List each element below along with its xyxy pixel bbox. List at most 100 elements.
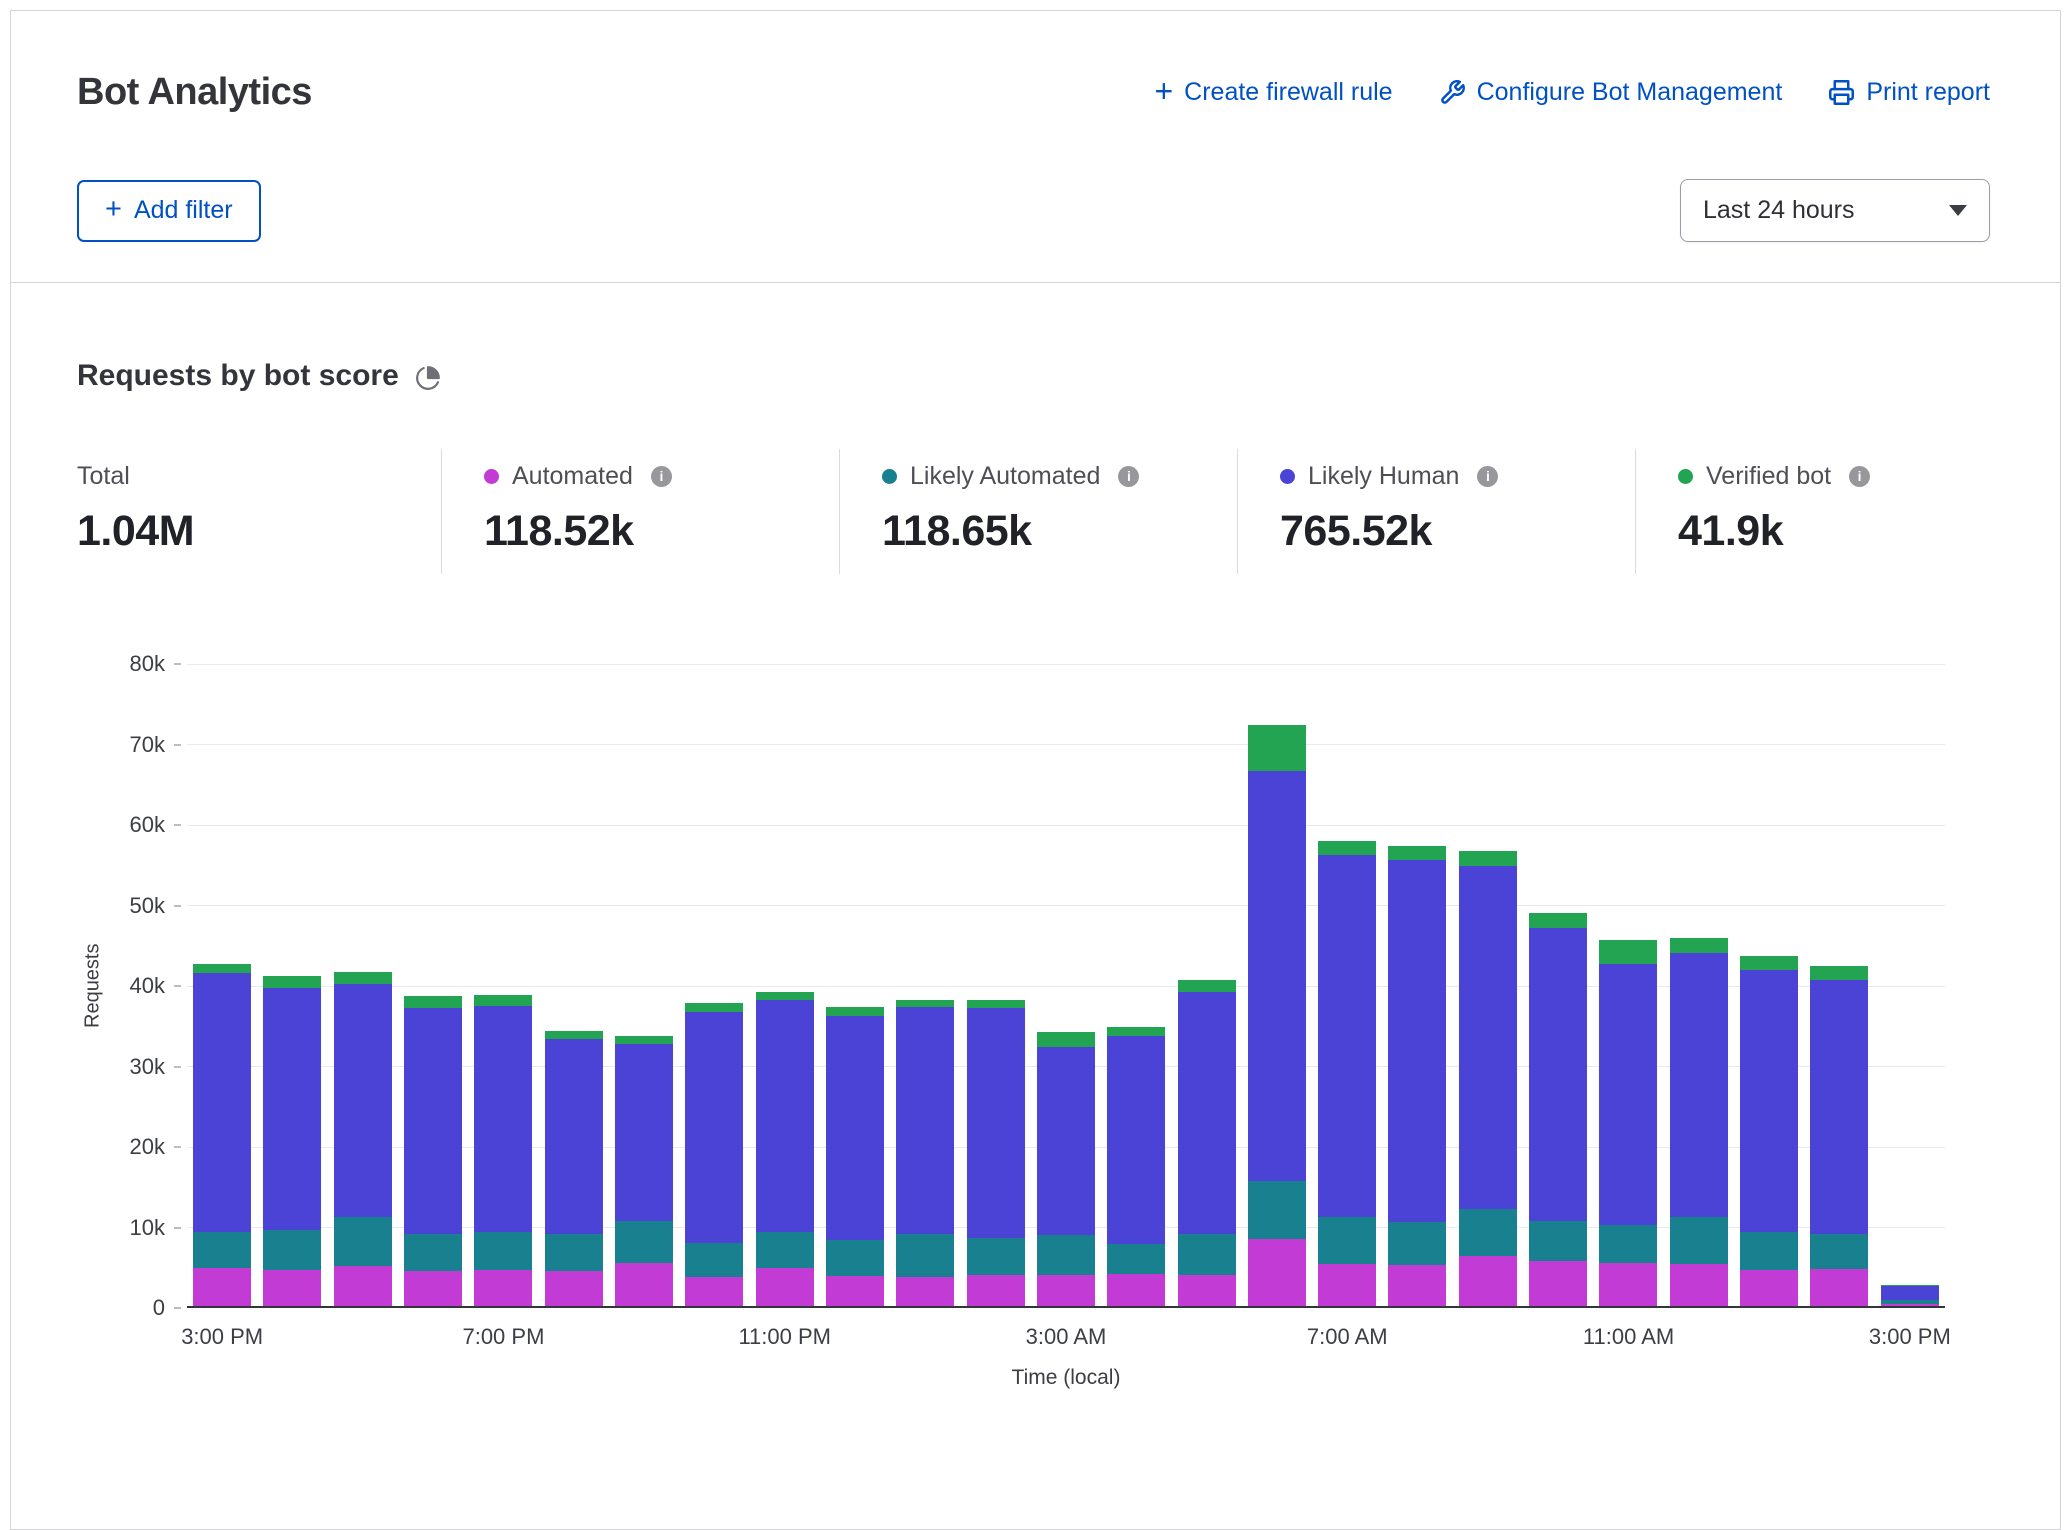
- bar-segment-automated[interactable]: [685, 1277, 743, 1306]
- bar-segment-likely-human[interactable]: [1037, 1047, 1095, 1235]
- stacked-bar[interactable]: [1670, 938, 1728, 1306]
- bar-segment-likely-automated[interactable]: [1037, 1235, 1095, 1275]
- bar-segment-likely-automated[interactable]: [1670, 1217, 1728, 1264]
- bar-segment-verified-bot[interactable]: [1388, 846, 1446, 860]
- stacked-bar[interactable]: [474, 995, 532, 1306]
- stacked-bar[interactable]: [1037, 1032, 1095, 1306]
- bar-segment-likely-automated[interactable]: [1318, 1217, 1376, 1264]
- stacked-bar[interactable]: [193, 964, 251, 1306]
- bar-segment-likely-automated[interactable]: [334, 1217, 392, 1265]
- bar-segment-likely-human[interactable]: [967, 1008, 1025, 1237]
- stat-likely-human[interactable]: Likely Human 765.52k: [1237, 449, 1635, 574]
- add-filter-button[interactable]: Add filter: [77, 180, 261, 242]
- bar-segment-likely-human[interactable]: [756, 1000, 814, 1232]
- stacked-bar[interactable]: [545, 1031, 603, 1306]
- bar-segment-likely-human[interactable]: [615, 1044, 673, 1221]
- bar-segment-automated[interactable]: [1670, 1264, 1728, 1306]
- bar-segment-verified-bot[interactable]: [615, 1036, 673, 1044]
- bar-segment-likely-human[interactable]: [896, 1007, 954, 1234]
- stacked-bar[interactable]: [1459, 851, 1517, 1306]
- bar-segment-likely-human[interactable]: [545, 1039, 603, 1234]
- bar-segment-automated[interactable]: [1318, 1264, 1376, 1306]
- bar-segment-automated[interactable]: [756, 1268, 814, 1306]
- stat-verified-bot[interactable]: Verified bot 41.9k: [1635, 449, 2033, 574]
- stacked-bar[interactable]: [1810, 966, 1868, 1306]
- stacked-bar[interactable]: [1881, 1285, 1939, 1306]
- bar-segment-automated[interactable]: [1810, 1269, 1868, 1306]
- bar-segment-automated[interactable]: [1881, 1304, 1939, 1306]
- bar-segment-automated[interactable]: [826, 1276, 884, 1306]
- bar-segment-verified-bot[interactable]: [1740, 956, 1798, 970]
- bar-segment-automated[interactable]: [404, 1271, 462, 1306]
- bar-segment-likely-human[interactable]: [826, 1016, 884, 1240]
- bar-segment-likely-human[interactable]: [685, 1012, 743, 1243]
- stacked-bar[interactable]: [1318, 841, 1376, 1306]
- bar-segment-verified-bot[interactable]: [1599, 940, 1657, 964]
- bar-segment-verified-bot[interactable]: [1670, 938, 1728, 953]
- bar-segment-verified-bot[interactable]: [263, 976, 321, 988]
- bar-segment-automated[interactable]: [615, 1263, 673, 1306]
- bar-segment-likely-human[interactable]: [334, 984, 392, 1217]
- stacked-bar[interactable]: [1178, 980, 1236, 1306]
- bar-segment-verified-bot[interactable]: [967, 1000, 1025, 1008]
- bar-segment-verified-bot[interactable]: [1107, 1027, 1165, 1037]
- stacked-bar[interactable]: [1388, 846, 1446, 1306]
- bar-segment-automated[interactable]: [1740, 1270, 1798, 1306]
- bar-segment-likely-human[interactable]: [1178, 992, 1236, 1234]
- bar-segment-likely-automated[interactable]: [896, 1234, 954, 1277]
- bar-segment-automated[interactable]: [1599, 1263, 1657, 1306]
- bar-segment-likely-automated[interactable]: [756, 1232, 814, 1268]
- bar-segment-likely-human[interactable]: [1670, 953, 1728, 1217]
- bar-segment-verified-bot[interactable]: [193, 964, 251, 973]
- bar-segment-automated[interactable]: [334, 1266, 392, 1306]
- bar-segment-likely-human[interactable]: [1740, 970, 1798, 1232]
- bar-segment-verified-bot[interactable]: [685, 1003, 743, 1012]
- bar-segment-likely-human[interactable]: [1318, 855, 1376, 1217]
- bar-segment-likely-human[interactable]: [1599, 964, 1657, 1225]
- create-firewall-rule-link[interactable]: Create firewall rule: [1154, 78, 1392, 107]
- info-icon[interactable]: [1477, 466, 1498, 487]
- info-icon[interactable]: [1118, 466, 1139, 487]
- bar-segment-verified-bot[interactable]: [826, 1007, 884, 1017]
- bar-segment-automated[interactable]: [545, 1271, 603, 1306]
- bar-segment-verified-bot[interactable]: [334, 972, 392, 984]
- bar-segment-likely-human[interactable]: [404, 1008, 462, 1233]
- bar-segment-verified-bot[interactable]: [404, 996, 462, 1008]
- bar-segment-automated[interactable]: [1107, 1274, 1165, 1306]
- bar-segment-likely-automated[interactable]: [1178, 1234, 1236, 1274]
- configure-bot-management-link[interactable]: Configure Bot Management: [1439, 78, 1783, 107]
- bar-segment-automated[interactable]: [1529, 1261, 1587, 1306]
- bar-segment-likely-automated[interactable]: [1599, 1225, 1657, 1264]
- stacked-bar[interactable]: [1740, 956, 1798, 1306]
- bar-segment-likely-automated[interactable]: [193, 1232, 251, 1268]
- stacked-bar[interactable]: [826, 1007, 884, 1306]
- stacked-bar[interactable]: [1107, 1027, 1165, 1306]
- bar-segment-verified-bot[interactable]: [545, 1031, 603, 1039]
- bar-segment-verified-bot[interactable]: [1459, 851, 1517, 866]
- bar-segment-automated[interactable]: [474, 1270, 532, 1306]
- bar-segment-automated[interactable]: [263, 1270, 321, 1306]
- bar-segment-verified-bot[interactable]: [1318, 841, 1376, 855]
- bar-segment-likely-automated[interactable]: [1529, 1221, 1587, 1260]
- bar-segment-likely-automated[interactable]: [545, 1234, 603, 1271]
- stacked-bar[interactable]: [334, 972, 392, 1306]
- stacked-bar[interactable]: [756, 992, 814, 1306]
- bar-segment-automated[interactable]: [896, 1277, 954, 1306]
- info-icon[interactable]: [1849, 466, 1870, 487]
- info-icon[interactable]: [651, 466, 672, 487]
- bar-segment-likely-human[interactable]: [1107, 1036, 1165, 1244]
- stacked-bar[interactable]: [263, 976, 321, 1306]
- bar-segment-likely-automated[interactable]: [1107, 1244, 1165, 1274]
- bar-segment-automated[interactable]: [1388, 1265, 1446, 1306]
- stacked-bar[interactable]: [967, 1000, 1025, 1306]
- bar-segment-likely-automated[interactable]: [404, 1234, 462, 1272]
- bar-segment-likely-automated[interactable]: [474, 1232, 532, 1270]
- time-range-select[interactable]: Last 24 hours: [1680, 179, 1990, 242]
- bar-segment-likely-human[interactable]: [1810, 980, 1868, 1234]
- bar-segment-automated[interactable]: [1178, 1275, 1236, 1306]
- bar-segment-likely-automated[interactable]: [615, 1221, 673, 1263]
- bar-segment-likely-automated[interactable]: [1248, 1181, 1306, 1239]
- bar-segment-likely-human[interactable]: [1459, 866, 1517, 1208]
- bar-segment-automated[interactable]: [1248, 1239, 1306, 1306]
- bar-segment-likely-human[interactable]: [1881, 1286, 1939, 1300]
